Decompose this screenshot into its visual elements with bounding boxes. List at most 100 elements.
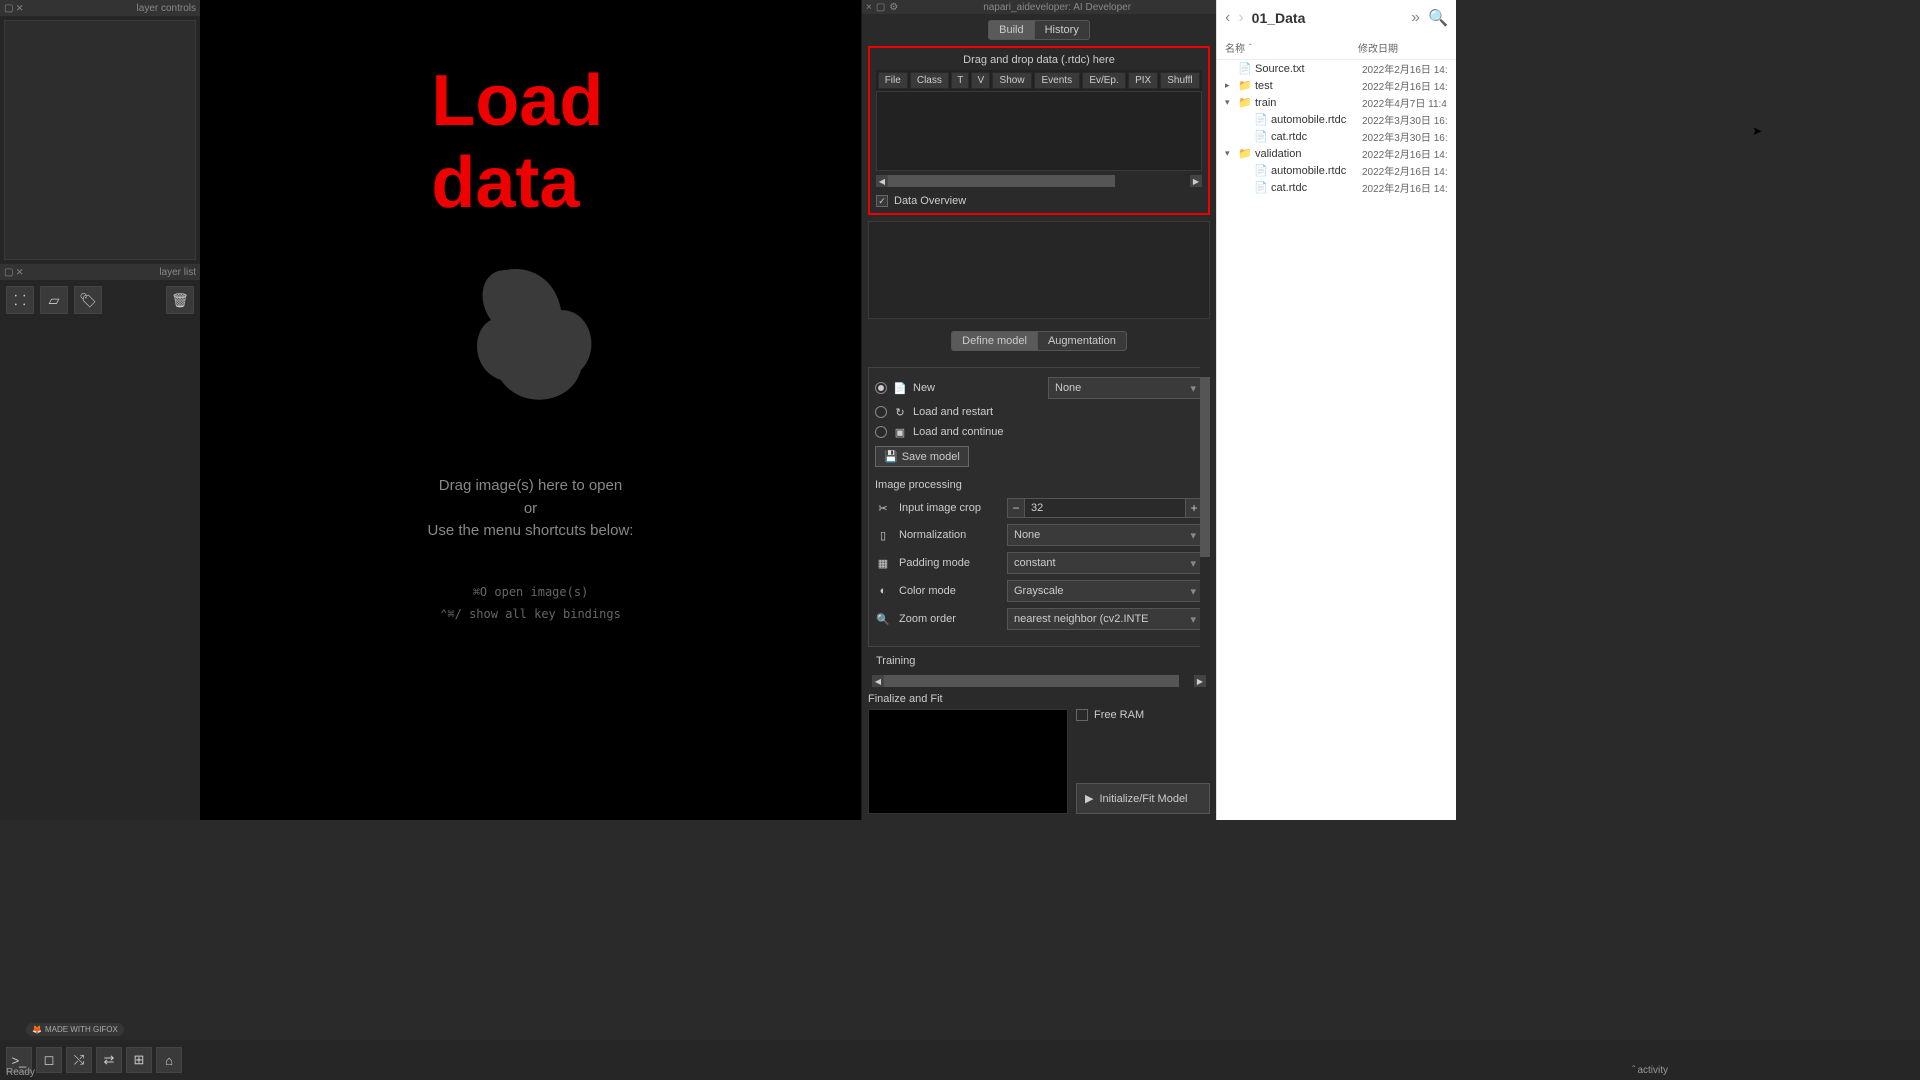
mouse-cursor: ➤	[1752, 124, 1762, 138]
ndisplay-button[interactable]: ◻	[36, 1047, 62, 1073]
save-model-button[interactable]: 💾 Save model	[875, 446, 969, 467]
new-model-dropdown[interactable]: None	[1048, 377, 1203, 399]
disclosure-icon[interactable]: ▸	[1225, 80, 1235, 91]
free-ram-label: Free RAM	[1094, 709, 1144, 721]
data-col-file[interactable]: File	[878, 72, 908, 89]
crop-value[interactable]: 32	[1025, 498, 1185, 518]
folder-icon: 📁	[1238, 96, 1252, 110]
finalize-label: Finalize and Fit	[868, 693, 1210, 705]
save-icon: 💾	[884, 450, 898, 463]
file-item[interactable]: 📄cat.rtdc2022年2月16日 14:	[1217, 179, 1456, 196]
data-col-pix[interactable]: PIX	[1128, 72, 1158, 89]
transpose-button[interactable]: ⇄	[96, 1047, 122, 1073]
file-item[interactable]: 📄automobile.rtdc2022年2月16日 14:	[1217, 162, 1456, 179]
data-overview-label: Data Overview	[894, 195, 966, 207]
undock-icon[interactable]: ▢	[876, 2, 885, 13]
color-mode-label: Color mode	[899, 585, 999, 597]
radio-load-continue[interactable]	[875, 426, 887, 438]
data-col-show[interactable]: Show	[992, 72, 1032, 89]
finder-col-name[interactable]: 名称 ˆ	[1225, 40, 1358, 55]
normalization-dropdown[interactable]: None	[1007, 524, 1203, 546]
nav-forward-icon[interactable]: ›	[1238, 9, 1243, 27]
item-name: test	[1255, 80, 1359, 92]
undock-icon[interactable]: ▢	[4, 267, 13, 278]
close-icon[interactable]: ×	[866, 2, 872, 13]
load-restart-label: Load and restart	[913, 406, 993, 418]
tab-build[interactable]: Build	[988, 20, 1034, 40]
radio-new[interactable]	[875, 382, 887, 394]
padding-label: Padding mode	[899, 557, 999, 569]
activity-indicator[interactable]: ˆactivity	[1632, 1065, 1668, 1076]
item-date: 2022年3月30日 16:	[1362, 112, 1452, 127]
layer-controls-panel	[4, 20, 196, 260]
points-tool[interactable]: ⸬	[6, 286, 34, 314]
item-date: 2022年2月16日 14:	[1362, 146, 1452, 161]
data-col-v[interactable]: V	[971, 72, 990, 89]
item-name: cat.rtdc	[1271, 182, 1359, 194]
crop-decrement[interactable]: −	[1007, 498, 1025, 518]
finder-col-date[interactable]: 修改日期	[1358, 40, 1448, 55]
data-col-ev/ep.[interactable]: Ev/Ep.	[1082, 72, 1127, 89]
input-crop-label: Input image crop	[899, 502, 999, 514]
polygon-tool[interactable]: ▱	[40, 286, 68, 314]
data-col-events[interactable]: Events	[1034, 72, 1080, 89]
model-vscroll[interactable]	[1200, 367, 1210, 667]
folder-item[interactable]: ▾📁train2022年4月7日 11:4	[1217, 94, 1456, 111]
layer-list-title: layer list	[159, 267, 196, 278]
data-overview-checkbox[interactable]: ✓	[876, 195, 888, 207]
item-date: 2022年2月16日 14:	[1362, 61, 1452, 76]
tab-augmentation[interactable]: Augmentation	[1038, 331, 1127, 351]
roll-button[interactable]: ⤭	[66, 1047, 92, 1073]
file-item[interactable]: 📄automobile.rtdc2022年3月30日 16:	[1217, 111, 1456, 128]
folder-item[interactable]: ▾📁validation2022年2月16日 14:	[1217, 145, 1456, 162]
data-col-shuffl[interactable]: Shuffl	[1160, 72, 1200, 89]
undock-icon[interactable]: ▢	[4, 3, 13, 14]
tab-history[interactable]: History	[1035, 20, 1090, 40]
dock-title: napari_aideveloper: AI Developer	[902, 2, 1212, 13]
new-icon: 📄	[893, 381, 907, 395]
overview-preview	[868, 221, 1210, 319]
delete-tool[interactable]: 🗑	[166, 286, 194, 314]
home-button[interactable]: ⌂	[156, 1047, 182, 1073]
load-data-heading: Load data	[431, 60, 761, 224]
scroll-left-icon[interactable]: ◀	[872, 675, 884, 687]
close-icon[interactable]: ⨯	[15, 267, 23, 278]
file-item[interactable]: 📄Source.txt2022年2月16日 14:	[1217, 60, 1456, 77]
data-col-class[interactable]: Class	[910, 72, 950, 89]
padding-dropdown[interactable]: constant	[1007, 552, 1203, 574]
close-icon[interactable]: ⨯	[15, 3, 23, 14]
free-ram-checkbox[interactable]	[1076, 709, 1088, 721]
nav-back-icon[interactable]: ‹	[1225, 9, 1230, 27]
scroll-right-icon[interactable]: ▶	[1190, 175, 1202, 187]
canvas-viewer[interactable]: Load data Drag image(s) here to open or …	[200, 0, 861, 820]
config-icon[interactable]: ⚙	[889, 2, 898, 13]
file-item[interactable]: 📄cat.rtdc2022年3月30日 16:	[1217, 128, 1456, 145]
data-col-t[interactable]: T	[951, 72, 969, 89]
data-drop-zone[interactable]: Drag and drop data (.rtdc) here FileClas…	[868, 46, 1210, 215]
scroll-right-icon[interactable]: ▶	[1194, 675, 1206, 687]
initialize-fit-button[interactable]: ▶ Initialize/Fit Model	[1076, 783, 1210, 814]
continue-icon: ▣	[893, 425, 907, 439]
folder-item[interactable]: ▸📁test2022年2月16日 14:	[1217, 77, 1456, 94]
color-mode-dropdown[interactable]: Grayscale	[1007, 580, 1203, 602]
zoom-order-dropdown[interactable]: nearest neighbor (cv2.INTE	[1007, 608, 1203, 630]
item-name: Source.txt	[1255, 63, 1359, 75]
hscroll-track[interactable]	[888, 175, 1190, 187]
scroll-left-icon[interactable]: ◀	[876, 175, 888, 187]
training-label: Training	[876, 655, 1202, 667]
model-hscroll[interactable]	[884, 675, 1194, 687]
padding-icon: ▦	[875, 557, 891, 570]
item-date: 2022年2月16日 14:	[1362, 180, 1452, 195]
drop-hint-line1: Drag image(s) here to open	[200, 475, 861, 498]
normalization-icon: ▯	[875, 529, 891, 542]
tab-define-model[interactable]: Define model	[951, 331, 1038, 351]
grid-button[interactable]: ⊞	[126, 1047, 152, 1073]
radio-load-restart[interactable]	[875, 406, 887, 418]
disclosure-icon[interactable]: ▾	[1225, 148, 1235, 159]
search-icon[interactable]: 🔍	[1428, 8, 1448, 28]
share-icon[interactable]: »	[1411, 9, 1420, 27]
disclosure-icon[interactable]: ▾	[1225, 97, 1235, 108]
normalization-label: Normalization	[899, 529, 999, 541]
label-tool[interactable]: 🏷	[74, 286, 102, 314]
item-date: 2022年2月16日 14:	[1362, 163, 1452, 178]
